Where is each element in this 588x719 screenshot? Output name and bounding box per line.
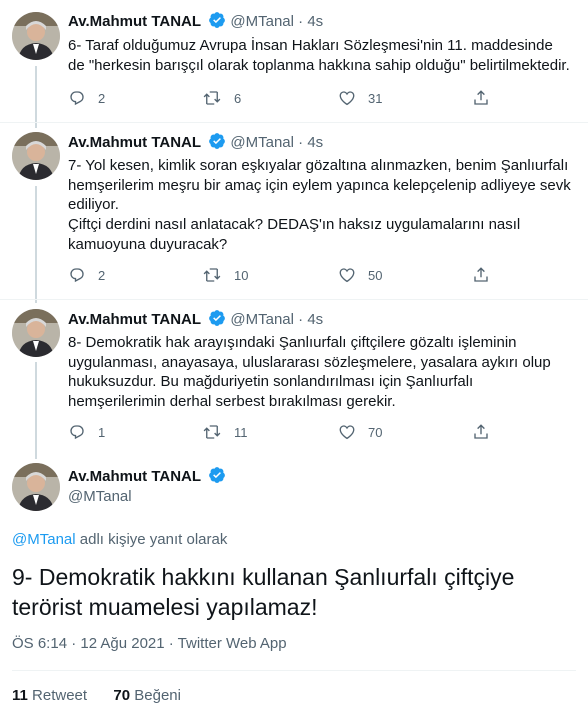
avatar[interactable] — [12, 12, 60, 60]
share-icon — [472, 423, 490, 441]
like-stat-label: Beğeni — [134, 687, 181, 704]
reply-icon — [68, 423, 86, 441]
tweet-actions: 2 10 50 — [68, 266, 498, 286]
tweet-header: Av.Mahmut TANAL @MTanal · 4s — [68, 132, 323, 156]
avatar[interactable] — [12, 309, 60, 357]
retweet-count: 11 — [234, 424, 248, 440]
reply-count: 1 — [98, 424, 106, 440]
like-icon — [338, 89, 356, 107]
retweet-count: 10 — [234, 267, 249, 283]
retweet-button[interactable]: 10 — [202, 266, 248, 284]
tweet-time[interactable]: 4s — [307, 134, 323, 151]
thread-line — [35, 186, 37, 303]
tweet-time[interactable]: 4s — [307, 13, 323, 30]
tweet-actions: 2 6 31 — [68, 89, 498, 109]
thread-line — [35, 66, 37, 128]
author-handle[interactable]: @MTanal — [230, 134, 294, 151]
like-button[interactable]: 50 — [338, 266, 382, 284]
like-stat-count: 70 — [113, 687, 131, 704]
like-count: 50 — [368, 267, 383, 283]
reply-to-handle[interactable]: @MTanal — [12, 531, 76, 548]
retweet-stat-label: Retweet — [32, 687, 88, 704]
tweet-header: Av.Mahmut TANAL @MTanal · 4s — [68, 309, 323, 333]
retweet-count: 6 — [234, 90, 242, 106]
like-icon — [338, 423, 356, 441]
reply-icon — [68, 266, 86, 284]
tweet-text: 7- Yol kesen, kimlik soran eşkıyalar göz… — [68, 157, 571, 213]
tweet-text: 6- Taraf olduğumuz Avrupa İnsan Hakları … — [68, 37, 570, 74]
tweet-header: Av.Mahmut TANAL @MTanal · 4s — [68, 11, 323, 35]
like-stat[interactable]: 70 Beğeni — [113, 687, 181, 704]
retweet-icon — [202, 266, 222, 284]
main-tweet-handle-row: @MTanal — [68, 487, 132, 507]
verified-badge-icon — [208, 11, 226, 35]
avatar[interactable] — [12, 132, 60, 180]
verified-badge-icon — [208, 309, 226, 333]
reply-count: 2 — [98, 90, 106, 106]
like-icon — [338, 266, 356, 284]
author-name[interactable]: Av.Mahmut TANAL — [68, 468, 201, 485]
main-tweet-text: 9- Demokratik hakkını kullanan Şanlıurfa… — [12, 564, 515, 620]
like-count: 70 — [368, 424, 383, 440]
share-button[interactable] — [472, 423, 490, 441]
divider — [0, 299, 588, 300]
author-handle[interactable]: @MTanal — [230, 311, 294, 328]
reply-button[interactable]: 2 — [68, 89, 105, 107]
like-count: 31 — [368, 90, 383, 106]
share-button[interactable] — [472, 266, 490, 284]
verified-badge-icon — [208, 466, 226, 490]
retweet-icon — [202, 89, 222, 107]
reply-to-suffix: adlı kişiye yanıt olarak — [75, 531, 228, 548]
divider — [0, 122, 588, 123]
tweet-actions: 1 11 70 — [68, 423, 498, 443]
share-icon — [472, 89, 490, 107]
share-button[interactable] — [472, 89, 490, 107]
tweet-stats: 11 Retweet 70 Beğeni — [12, 687, 181, 704]
retweet-stat[interactable]: 11 Retweet — [12, 687, 87, 704]
retweet-stat-count: 11 — [12, 687, 28, 704]
divider — [12, 670, 576, 671]
retweet-button[interactable]: 6 — [202, 89, 241, 107]
separator-dot: · — [298, 134, 304, 151]
author-handle[interactable]: @MTanal — [68, 488, 132, 505]
verified-badge-icon — [208, 132, 226, 156]
like-button[interactable]: 31 — [338, 89, 382, 107]
reply-icon — [68, 89, 86, 107]
reply-button[interactable]: 1 — [68, 423, 105, 441]
separator-dot: · — [298, 13, 304, 30]
avatar[interactable] — [12, 463, 60, 511]
tweet-text-continued: Çiftçi derdini nasıl anlatacak? DEDAŞ'ın… — [68, 216, 521, 253]
tweet-timestamp[interactable]: ÖS 6:14 · 12 Ağu 2021 · Twitter Web App — [12, 635, 287, 652]
replying-to: @MTanal adlı kişiye yanıt olarak — [12, 531, 227, 548]
author-name[interactable]: Av.Mahmut TANAL — [68, 13, 201, 30]
retweet-icon — [202, 423, 222, 441]
retweet-button[interactable]: 11 — [202, 423, 248, 441]
tweet-time[interactable]: 4s — [307, 311, 323, 328]
reply-button[interactable]: 2 — [68, 266, 105, 284]
share-icon — [472, 266, 490, 284]
like-button[interactable]: 70 — [338, 423, 382, 441]
author-handle[interactable]: @MTanal — [230, 13, 294, 30]
tweet-text: 8- Demokratik hak arayışındaki Şanlıurfa… — [68, 334, 551, 410]
author-name[interactable]: Av.Mahmut TANAL — [68, 311, 201, 328]
separator-dot: · — [298, 311, 304, 328]
thread-line — [35, 362, 37, 459]
reply-count: 2 — [98, 267, 106, 283]
author-name[interactable]: Av.Mahmut TANAL — [68, 134, 201, 151]
